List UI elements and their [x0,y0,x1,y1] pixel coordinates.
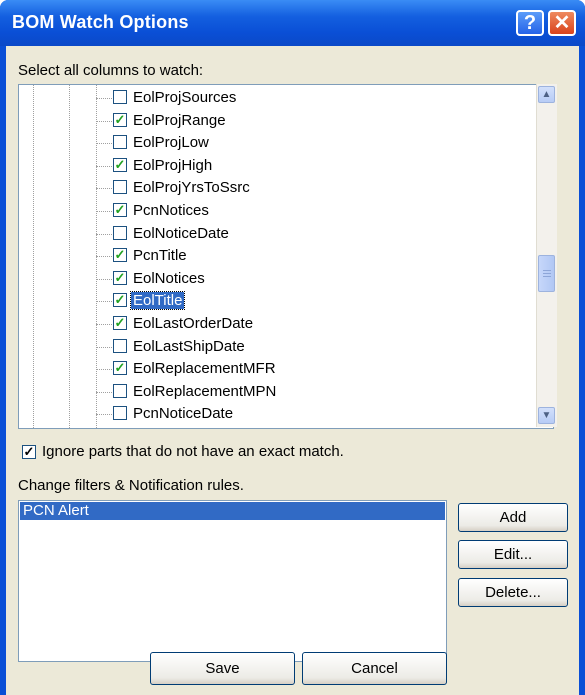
list-item[interactable]: ✓ EolTitle [19,290,539,312]
tree-connector [96,143,112,145]
checkmark-icon: ✓ [114,247,126,263]
checkmark-icon: ✓ [114,315,126,330]
tree-connector [96,346,112,348]
delete-button[interactable]: Delete... [458,578,568,607]
checkbox-checked[interactable]: ✓ [113,316,127,330]
scroll-down-button[interactable]: ▼ [538,407,555,424]
column-label: EolReplacementMFR [133,360,276,378]
tree-connector [96,414,112,416]
column-label: PcnTitle [133,247,187,265]
checkmark-icon: ✓ [23,444,35,459]
list-item[interactable]: EolProjYrsToSsrc [19,177,539,199]
checkbox-checked[interactable]: ✓ [113,111,127,127]
tree-connector [96,188,112,190]
list-item[interactable]: ✓ EolProjRange [19,110,539,132]
columns-label: Select all columns to watch: [18,62,204,79]
edit-button[interactable]: Edit... [458,540,568,569]
column-label: PcnNoticeDate [133,405,234,423]
tree-connector [96,369,112,371]
list-item[interactable]: ✓ PcnNotices [19,200,539,222]
ignore-label: Ignore parts that do not have an exact m… [42,443,344,460]
columns-tree[interactable]: EolProjSources ✓ EolProjRange EolProjLow ✓ Eo… [18,84,554,429]
column-label: EolNoticeDate [133,224,229,242]
tree-connector [96,165,112,167]
save-button[interactable]: Save [150,652,295,685]
checkmark-icon: ✓ [114,202,126,217]
cancel-button[interactable]: Cancel [302,652,447,685]
checkbox-unchecked[interactable] [113,135,127,150]
tree-connector [96,391,112,393]
chevron-up-icon: ▲ [541,89,552,100]
tree-connector [96,324,112,325]
list-item[interactable]: EolNoticeDate [19,223,539,245]
list-item[interactable]: EolProjLow [19,132,539,154]
list-item[interactable]: PCN Alert [20,502,445,520]
checkbox-unchecked[interactable] [113,180,127,195]
rules-label: Change filters & Notification rules. [18,477,244,494]
list-item[interactable]: ✓ PcnTitle [19,245,539,267]
list-item[interactable]: ✓ EolNotices [19,268,539,290]
list-item[interactable]: ✓ EolLastOrderDate [19,313,539,335]
checkmark-icon: ✓ [114,292,126,308]
list-item[interactable]: EolProjSources [19,87,539,109]
list-item[interactable]: ✓ EolProjHigh [19,155,539,177]
column-label: EolNotices [133,269,205,287]
checkbox-unchecked[interactable] [113,383,127,398]
close-icon: ✕ [553,12,571,34]
column-label: PcnNotices [133,202,209,219]
tree-connector [96,98,112,99]
column-label: EolProjHigh [133,156,213,174]
checkbox-unchecked[interactable] [113,90,127,104]
list-item[interactable]: EolLastShipDate [19,336,539,358]
tree-connector [96,301,112,303]
chevron-down-icon: ▼ [541,410,552,421]
list-item[interactable]: EolReplacementMPN [19,381,539,403]
checkbox-checked[interactable]: ✓ [113,269,127,285]
rules-list[interactable]: PCN Alert [18,500,447,662]
column-label: EolProjRange [133,111,226,129]
checkmark-icon: ✓ [114,360,126,376]
help-icon: ? [523,12,537,34]
list-item[interactable]: ✓ EolReplacementMFR [19,358,539,380]
checkbox-checked[interactable]: ✓ [113,360,127,376]
ignore-checkbox[interactable]: ✓ [22,445,36,459]
column-label: EolLastShipDate [133,337,245,355]
checkbox-checked[interactable]: ✓ [113,292,127,308]
checkmark-icon: ✓ [114,269,126,285]
help-button[interactable]: ? [516,10,544,36]
add-button[interactable]: Add [458,503,568,532]
column-label: EolProjSources [133,89,237,106]
columns-scrollbar[interactable]: ▲ ▼ [536,84,557,427]
checkbox-checked[interactable]: ✓ [113,247,127,263]
tree-connector [96,233,112,235]
checkbox-unchecked[interactable] [113,406,127,421]
title-bar[interactable]: BOM Watch Options ? ✕ [0,0,585,46]
tree-connector [96,211,112,212]
checkmark-icon: ✓ [114,156,126,172]
column-label: EolTitle [129,291,186,311]
column-label: EolProjYrsToSsrc [133,179,250,197]
column-label: EolReplacementMPN [133,382,277,400]
close-button[interactable]: ✕ [548,10,576,36]
list-item[interactable]: PcnNoticeDate [19,403,539,425]
tree-connector [96,256,112,258]
window-title: BOM Watch Options [12,12,189,32]
checkbox-checked[interactable]: ✓ [113,156,127,172]
tree-connector [96,120,112,122]
scroll-up-button[interactable]: ▲ [538,86,555,103]
scroll-thumb[interactable] [538,255,555,292]
tree-connector [96,278,112,280]
checkbox-checked[interactable]: ✓ [113,203,127,217]
column-label: EolProjLow [133,134,209,152]
checkbox-unchecked[interactable] [113,338,127,353]
checkbox-unchecked[interactable] [113,225,127,240]
dialog-body: Select all columns to watch: EolProjSour… [6,46,579,695]
column-label: EolLastOrderDate [133,315,254,332]
checkmark-icon: ✓ [114,111,126,127]
dialog-window: BOM Watch Options ? ✕ Select all columns… [0,0,585,695]
